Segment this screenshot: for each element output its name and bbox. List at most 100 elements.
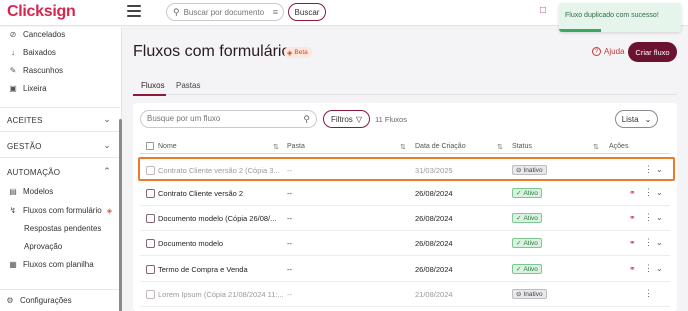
search-icon: ⚲ bbox=[303, 114, 310, 124]
chevron-down-icon[interactable]: ⌄ bbox=[656, 165, 663, 174]
chevron-down-icon: ⌄ bbox=[644, 114, 652, 124]
help-link[interactable]: ? Ajuda bbox=[592, 47, 624, 56]
table-row[interactable]: Contrato Cliente versão 2 (Cópia 3... -- 3… bbox=[138, 157, 675, 181]
tab-fluxos[interactable]: Fluxos bbox=[141, 81, 165, 90]
active-tab-indicator bbox=[133, 94, 166, 96]
success-toast: Fluxo duplicado com sucesso! bbox=[559, 3, 681, 32]
row-checkbox[interactable] bbox=[146, 189, 155, 198]
sidebar-section-gestao[interactable]: GESTÃO ⌄ bbox=[0, 135, 120, 157]
flow-name[interactable]: Contrato Cliente versão 2 (Cópia 3... bbox=[158, 166, 283, 175]
beta-badge: ◈ Beta bbox=[284, 47, 312, 58]
flow-search-box: ⚲ bbox=[140, 110, 317, 128]
table-row[interactable]: Termo de Compra e Venda -- 26/08/2024 ✓ Ativ… bbox=[140, 258, 670, 282]
flow-search-input[interactable] bbox=[147, 114, 297, 123]
beta-icon: ◈ bbox=[287, 49, 293, 57]
more-options-icon[interactable]: ⋮ bbox=[644, 288, 653, 299]
more-options-icon[interactable]: ⋮ bbox=[644, 263, 653, 274]
menu-icon[interactable] bbox=[127, 5, 141, 17]
table-header: Nome ⇅ Pasta ⇅ Data de Criação ⇅ Status … bbox=[140, 141, 670, 154]
status-badge: ✓ Ativo bbox=[512, 238, 542, 248]
tab-pastas[interactable]: Pastas bbox=[176, 81, 200, 90]
flow-folder: -- bbox=[287, 265, 292, 274]
link-icon[interactable]: ⚭ bbox=[629, 188, 636, 197]
sidebar-item-lixeira[interactable]: ▣ Lixeira bbox=[8, 84, 46, 93]
more-options-icon[interactable]: ⋮ bbox=[644, 187, 653, 198]
view-mode-select[interactable]: Lista ⌄ bbox=[615, 110, 658, 128]
sidebar-item-fluxos-planilha[interactable]: ▦ Fluxos com planilha bbox=[8, 260, 93, 269]
more-options-icon[interactable]: ⋮ bbox=[644, 237, 653, 248]
check-circle-icon: ✓ bbox=[516, 215, 522, 222]
sidebar-item-cancelados[interactable]: ⊘ Cancelados bbox=[8, 30, 66, 39]
sidebar-divider bbox=[0, 289, 120, 290]
chevron-down-icon[interactable]: ⌄ bbox=[656, 238, 663, 247]
chevron-down-icon[interactable]: ⌄ bbox=[656, 264, 663, 273]
beta-icon: ◈ bbox=[106, 207, 113, 215]
table-row[interactable]: Documento modelo -- 26/08/2024 ✓ Ativo ⚭ ⋮ ⌄ bbox=[140, 232, 670, 256]
flow-date: 31/03/2025 bbox=[415, 166, 453, 175]
more-options-icon[interactable]: ⋮ bbox=[644, 212, 653, 223]
chevron-up-icon: ⌃ bbox=[103, 166, 111, 176]
flow-folder: -- bbox=[287, 290, 292, 299]
gift-icon[interactable]: □ bbox=[540, 5, 546, 16]
sidebar-item-configuracoes[interactable]: ⚙ Configurações bbox=[5, 296, 71, 305]
table-row[interactable]: Contrato Cliente versão 2 -- 26/08/2024 ✓ At… bbox=[140, 182, 670, 206]
row-checkbox[interactable] bbox=[146, 265, 155, 274]
template-icon: ▤ bbox=[9, 187, 17, 196]
row-checkbox[interactable] bbox=[146, 290, 155, 299]
column-header-actions: Ações bbox=[609, 143, 629, 150]
chevron-down-icon[interactable]: ⌄ bbox=[656, 188, 663, 197]
more-options-icon[interactable]: ⋮ bbox=[644, 164, 653, 175]
flow-name[interactable]: Documento modelo bbox=[158, 239, 283, 248]
column-header-name[interactable]: Nome bbox=[158, 143, 177, 150]
sidebar-section-aceites[interactable]: ACEITES ⌄ bbox=[0, 109, 120, 131]
minus-circle-icon: ⊖ bbox=[516, 291, 522, 298]
filter-settings-icon[interactable]: ≡ bbox=[273, 7, 278, 17]
cancel-icon: ⊘ bbox=[9, 30, 17, 39]
sidebar-section-automacao[interactable]: AUTOMAÇÃO ⌃ bbox=[0, 161, 120, 183]
sidebar-item-respostas-pendentes[interactable]: Respostas pendentes bbox=[24, 224, 101, 233]
sidebar-item-modelos[interactable]: ▤ Modelos bbox=[8, 187, 53, 196]
sort-icon[interactable]: ⇅ bbox=[273, 143, 279, 151]
row-checkbox[interactable] bbox=[146, 166, 155, 175]
spreadsheet-icon: ▦ bbox=[9, 260, 17, 269]
sidebar-scrollbar[interactable] bbox=[119, 119, 122, 311]
clicksign-logo[interactable]: Clicksign bbox=[7, 3, 76, 21]
search-button[interactable]: Buscar bbox=[288, 3, 326, 21]
row-checkbox[interactable] bbox=[146, 239, 155, 248]
flow-folder: -- bbox=[287, 214, 292, 223]
table-row[interactable]: Documento modelo (Cópia 26/08/... -- 26/08… bbox=[140, 207, 670, 231]
draft-icon: ✎ bbox=[9, 66, 17, 75]
sort-icon[interactable]: ⇅ bbox=[497, 143, 503, 151]
status-badge: ✓ Ativo bbox=[512, 188, 542, 198]
flow-date: 26/08/2024 bbox=[415, 214, 453, 223]
flow-count: 11 Fluxos bbox=[375, 115, 407, 124]
filters-button[interactable]: Filtros ▽ bbox=[323, 110, 370, 128]
flow-name[interactable]: Contrato Cliente versão 2 bbox=[158, 189, 283, 198]
link-icon[interactable]: ⚭ bbox=[629, 238, 636, 247]
column-header-status[interactable]: Status bbox=[512, 143, 532, 150]
column-header-date[interactable]: Data de Criação bbox=[415, 143, 466, 150]
chevron-down-icon: ⌄ bbox=[103, 140, 111, 150]
document-search-input[interactable] bbox=[183, 7, 264, 17]
column-header-folder[interactable]: Pasta bbox=[287, 143, 305, 150]
flow-name[interactable]: Documento modelo (Cópia 26/08/... bbox=[158, 214, 283, 223]
link-icon[interactable]: ⚭ bbox=[629, 264, 636, 273]
flow-date: 26/08/2024 bbox=[415, 239, 453, 248]
check-circle-icon: ✓ bbox=[516, 240, 522, 247]
table-row[interactable]: Lorem Ipsum (Cópia 21/08/2024 11:... -- 21… bbox=[140, 283, 670, 307]
sort-icon[interactable]: ⇅ bbox=[400, 143, 406, 151]
chevron-down-icon[interactable]: ⌄ bbox=[656, 213, 663, 222]
flow-name[interactable]: Termo de Compra e Venda bbox=[158, 265, 283, 274]
flow-icon: ↯ bbox=[9, 206, 17, 215]
sidebar-item-baixados[interactable]: ↓ Baixados bbox=[8, 48, 56, 57]
sort-icon[interactable]: ⇅ bbox=[593, 143, 599, 151]
sidebar-item-fluxos-formulario[interactable]: ↯ Fluxos com formulário ◈ bbox=[8, 206, 112, 215]
sidebar-divider bbox=[0, 107, 120, 108]
flow-name[interactable]: Lorem Ipsum (Cópia 21/08/2024 11:... bbox=[158, 290, 283, 299]
create-flow-button[interactable]: Criar fluxo bbox=[628, 42, 677, 62]
row-checkbox[interactable] bbox=[146, 214, 155, 223]
sidebar-item-aprovacao[interactable]: Aprovação bbox=[24, 242, 62, 251]
select-all-checkbox[interactable] bbox=[146, 142, 154, 150]
link-icon[interactable]: ⚭ bbox=[629, 213, 636, 222]
sidebar-item-rascunhos[interactable]: ✎ Rascunhos bbox=[8, 66, 63, 75]
